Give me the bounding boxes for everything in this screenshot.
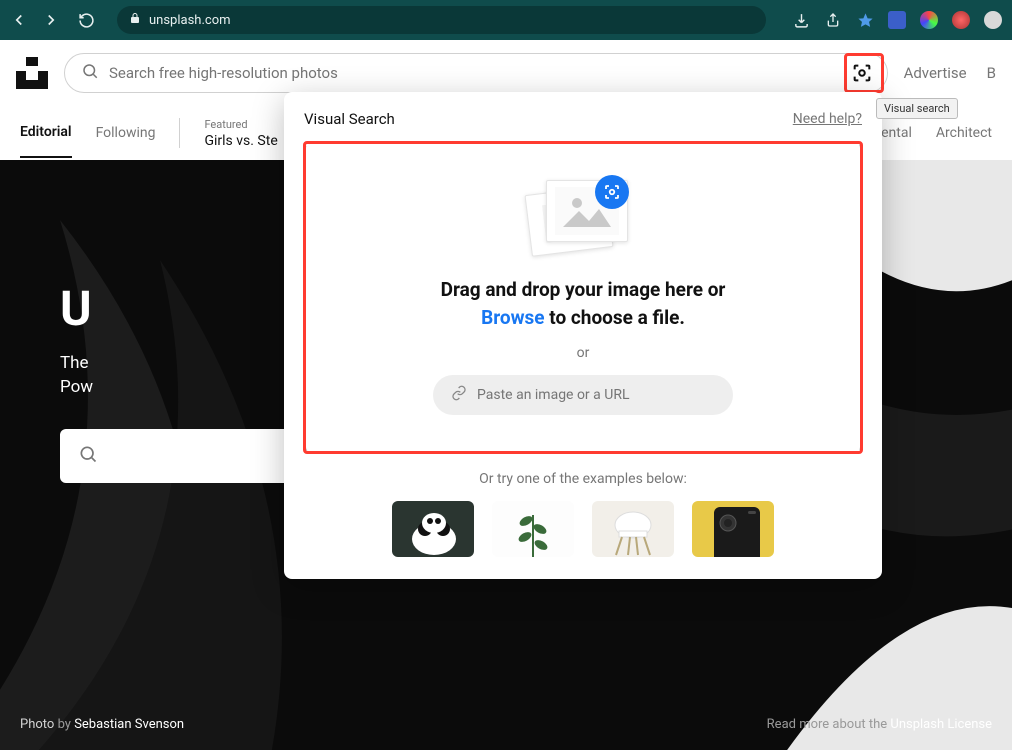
featured-group[interactable]: Featured Girls vs. Ste — [204, 118, 277, 149]
forward-button[interactable] — [42, 11, 60, 29]
example-panda[interactable] — [392, 501, 474, 557]
visual-search-button[interactable] — [846, 57, 878, 89]
example-plant[interactable] — [492, 501, 574, 557]
photographer-link[interactable]: Sebastian Svenson — [74, 717, 184, 732]
featured-item: Girls vs. Ste — [204, 133, 277, 149]
examples-row — [304, 501, 862, 557]
popover-title: Visual Search — [304, 110, 395, 128]
lock-icon — [129, 12, 141, 28]
ext-1-icon[interactable] — [888, 11, 906, 29]
share-icon[interactable] — [824, 11, 842, 29]
url-text: unsplash.com — [149, 13, 231, 28]
download-icon[interactable] — [792, 11, 810, 29]
ext-2-icon[interactable] — [920, 11, 938, 29]
url-input-wrap[interactable] — [433, 375, 733, 415]
url-input[interactable] — [477, 387, 715, 403]
url-bar[interactable]: unsplash.com — [117, 6, 766, 34]
visual-search-tooltip: Visual search — [876, 98, 958, 119]
ext-4-icon[interactable] — [984, 11, 1002, 29]
featured-label: Featured — [204, 118, 277, 131]
browse-link[interactable]: Browse — [481, 306, 545, 329]
license-link[interactable]: Unsplash License — [890, 717, 992, 732]
tab-architecture[interactable]: Architect — [936, 125, 992, 141]
dropzone-illustration — [528, 176, 638, 262]
example-chair[interactable] — [592, 501, 674, 557]
back-button[interactable] — [10, 11, 28, 29]
advertise-link[interactable]: Advertise — [904, 64, 967, 82]
hero-footer: Photo by Sebastian Svenson Read more abo… — [20, 717, 992, 732]
ext-3-icon[interactable] — [952, 11, 970, 29]
browser-chrome: unsplash.com — [0, 0, 1012, 40]
nav-divider — [179, 118, 180, 148]
link-icon — [451, 385, 467, 405]
need-help-link[interactable]: Need help? — [793, 111, 862, 127]
tab-editorial[interactable]: Editorial — [20, 124, 72, 158]
search-icon — [78, 444, 98, 468]
visual-search-popover: Visual Search Need help? Drag and drop y… — [284, 92, 882, 579]
example-phone[interactable] — [692, 501, 774, 557]
tab-following[interactable]: Following — [96, 125, 156, 141]
visual-search-icon — [595, 175, 629, 209]
search-icon — [81, 62, 99, 84]
dropzone-text: Drag and drop your image here or Browse … — [326, 276, 840, 331]
reload-button[interactable] — [78, 12, 95, 29]
license-prefix: Read more about the — [767, 717, 888, 732]
or-label: or — [326, 345, 840, 361]
search-bar[interactable] — [64, 53, 888, 93]
extension-icons — [792, 11, 1002, 29]
search-input[interactable] — [109, 64, 837, 82]
unsplash-logo[interactable] — [16, 57, 48, 89]
by-label: by — [58, 717, 71, 732]
star-icon[interactable] — [856, 11, 874, 29]
blog-link[interactable]: B — [987, 64, 996, 82]
dropzone[interactable]: Drag and drop your image here or Browse … — [304, 142, 862, 453]
photo-label: Photo — [20, 717, 54, 732]
examples-label: Or try one of the examples below: — [304, 471, 862, 487]
